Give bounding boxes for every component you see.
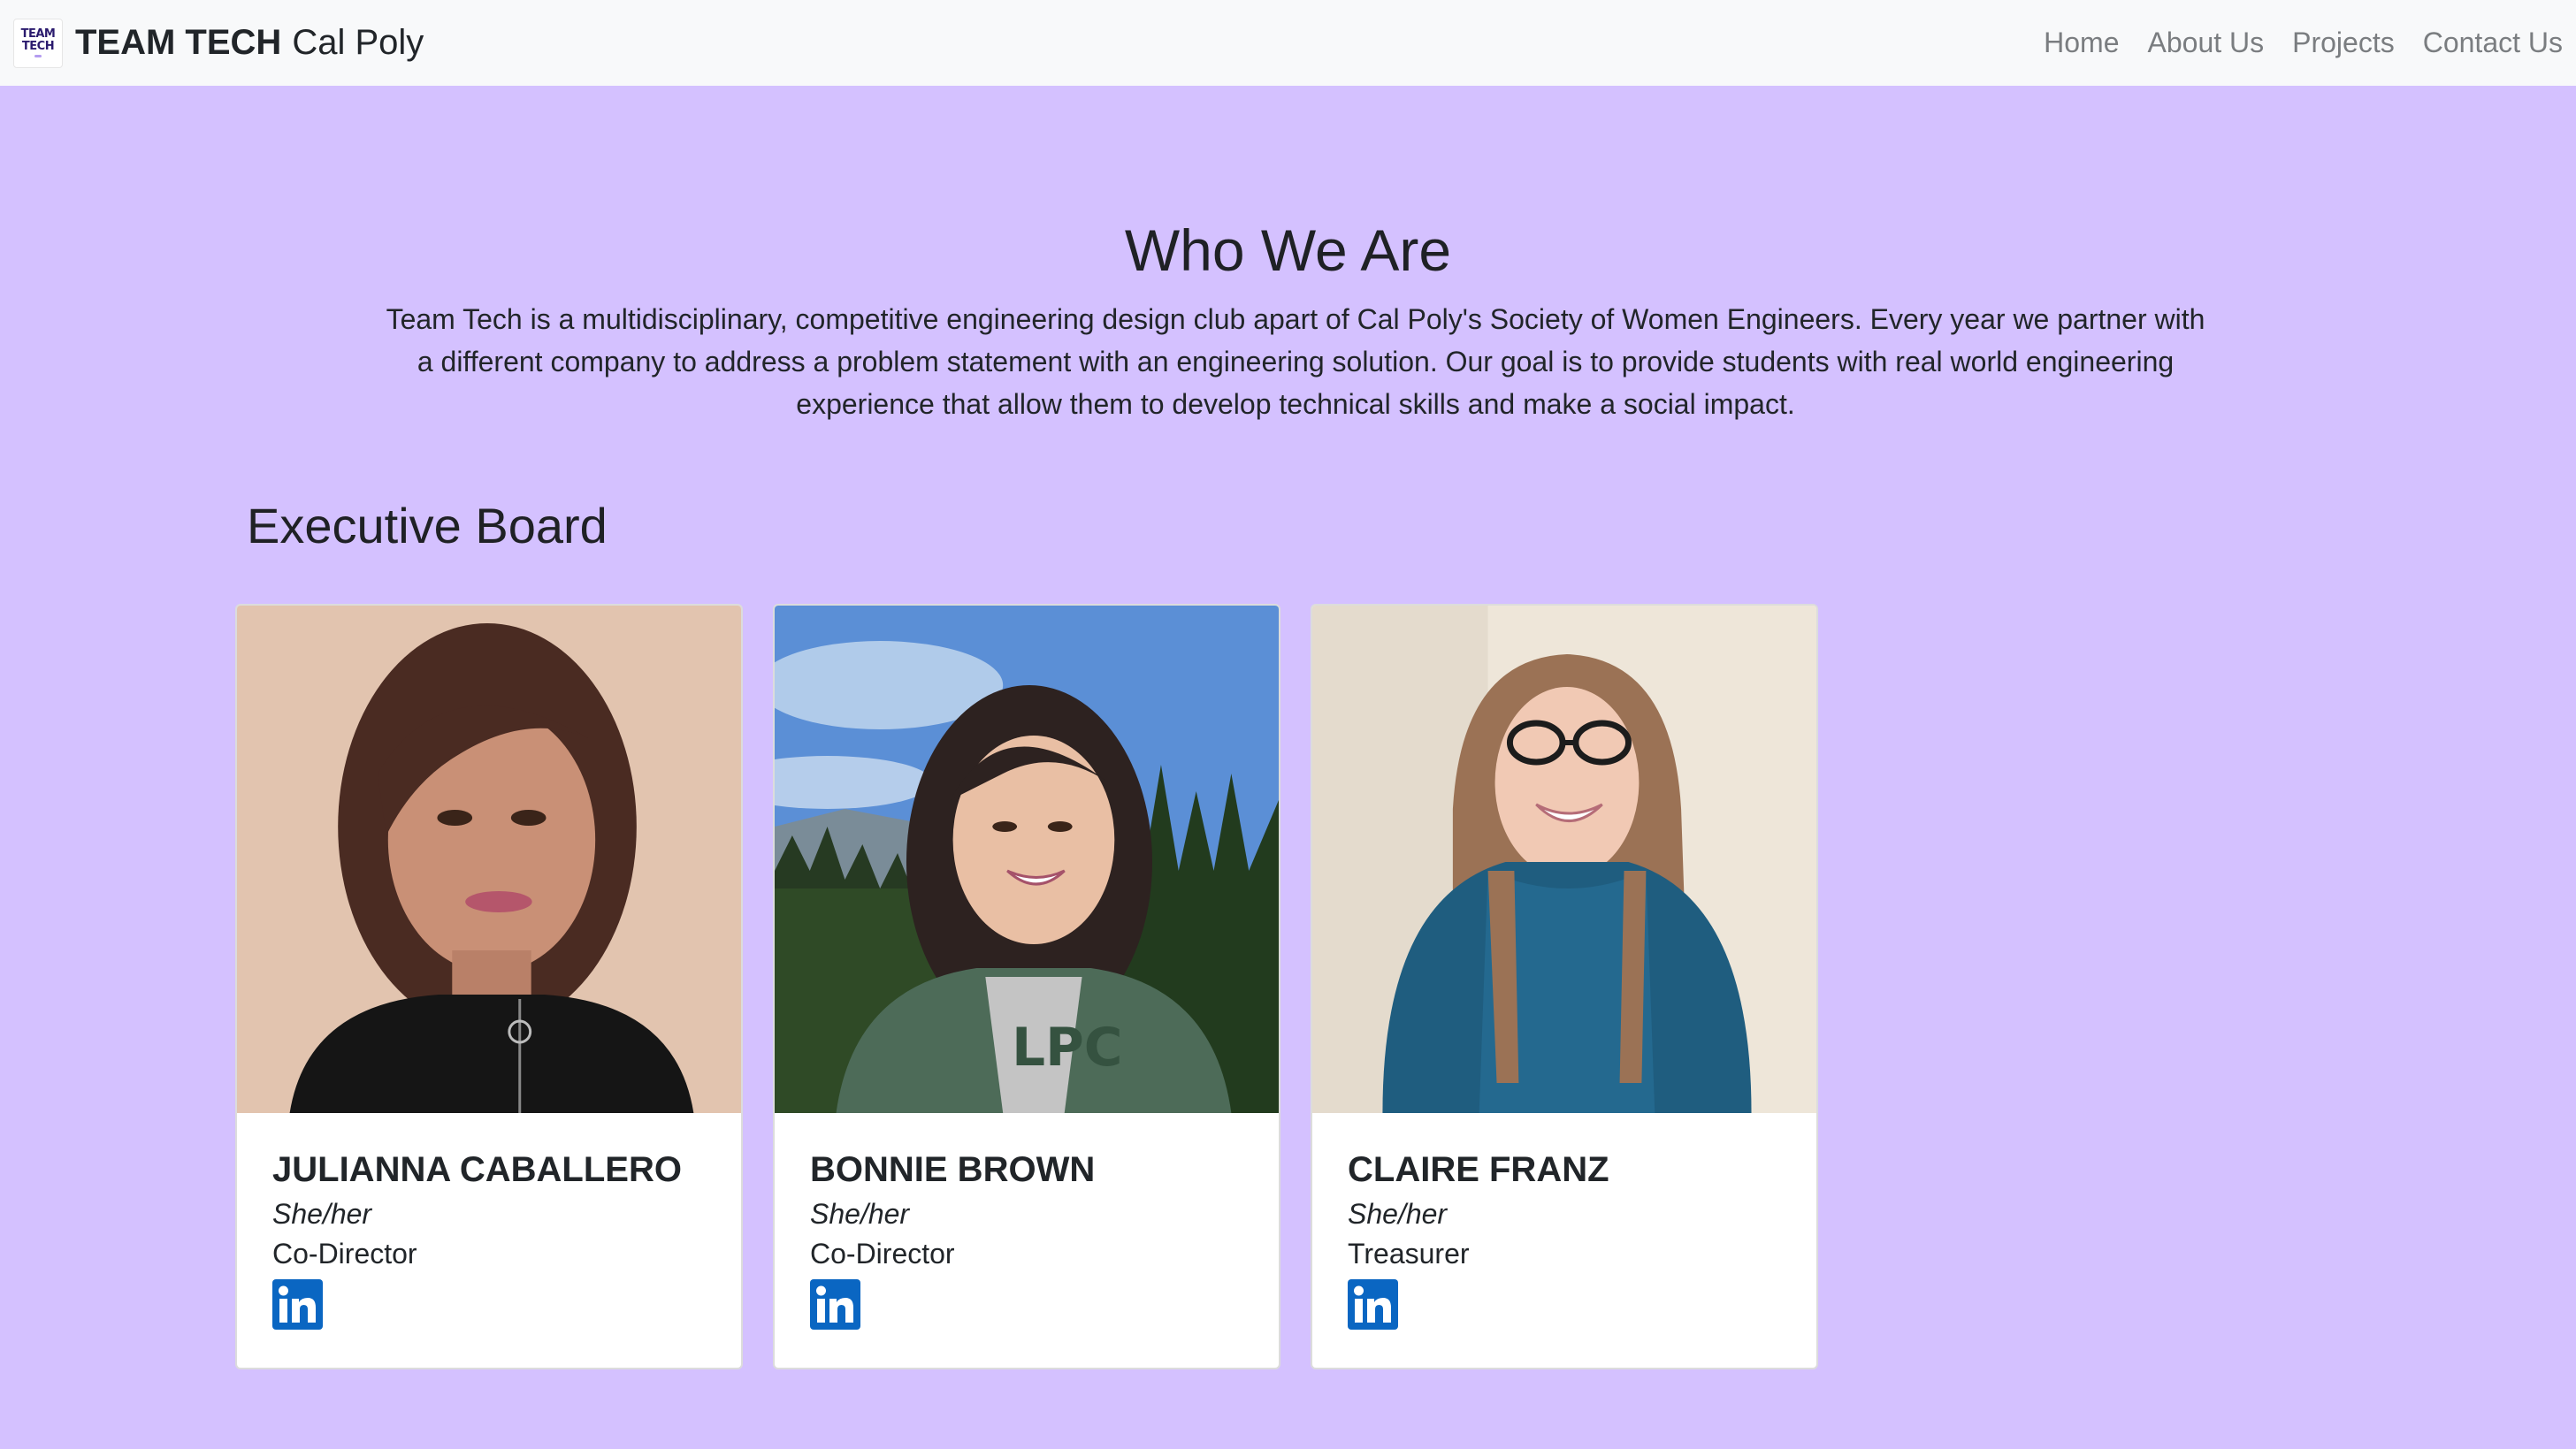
- member-role: Treasurer: [1348, 1238, 1470, 1270]
- linkedin-icon[interactable]: [810, 1279, 860, 1330]
- navbar: TEAM TECH TEAM TECH Cal Poly Home About …: [0, 0, 2576, 86]
- member-card: JULIANNA CABALLERO She/her Co-Director: [235, 604, 743, 1369]
- member-card-body: CLAIRE FRANZ She/her Treasurer: [1312, 1113, 1816, 1334]
- member-photo: [1312, 606, 1816, 1113]
- member-pronouns: She/her: [272, 1198, 372, 1230]
- member-card-body: JULIANNA CABALLERO She/her Co-Director: [237, 1113, 741, 1334]
- member-card: LPC BONNIE BROWN She/her Co-Director: [773, 604, 1280, 1369]
- member-role: Co-Director: [272, 1238, 417, 1270]
- logo-text-team: TEAM: [20, 27, 56, 41]
- nav-link-home[interactable]: Home: [2029, 27, 2133, 59]
- member-pronouns: She/her: [810, 1198, 910, 1230]
- linkedin-icon[interactable]: [272, 1279, 323, 1330]
- member-name: CLAIRE FRANZ: [1348, 1150, 1609, 1189]
- member-photo: LPC: [775, 606, 1279, 1113]
- who-we-are-text: Team Tech is a multidisciplinary, compet…: [386, 303, 2205, 420]
- brand-subtitle: Cal Poly: [292, 23, 424, 62]
- logo-text-tech: TECH: [21, 40, 55, 53]
- svg-text:LPC: LPC: [1012, 1018, 1122, 1079]
- nav-links: Home About Us Projects Contact Us: [2029, 27, 2563, 59]
- member-card-body: BONNIE BROWN She/her Co-Director: [775, 1113, 1279, 1334]
- brand-title: TEAM TECH: [75, 23, 282, 62]
- nav-link-contact-us[interactable]: Contact Us: [2409, 27, 2563, 59]
- nav-link-projects[interactable]: Projects: [2278, 27, 2409, 59]
- executive-board-cards: JULIANNA CABALLERO She/her Co-Director L…: [235, 604, 1818, 1369]
- member-pronouns: She/her: [1348, 1198, 1448, 1230]
- member-role: Co-Director: [810, 1238, 955, 1270]
- who-we-are-heading: Who We Are: [1124, 217, 1452, 283]
- member-name: BONNIE BROWN: [810, 1150, 1096, 1189]
- logo-accent: [34, 55, 42, 57]
- nav-link-about-us[interactable]: About Us: [2134, 27, 2279, 59]
- linkedin-icon[interactable]: [1348, 1279, 1398, 1330]
- member-card: CLAIRE FRANZ She/her Treasurer: [1311, 604, 1818, 1369]
- team-tech-logo: TEAM TECH: [13, 18, 63, 68]
- member-photo: [237, 606, 741, 1113]
- member-name: JULIANNA CABALLERO: [272, 1150, 682, 1189]
- executive-board-heading: Executive Board: [247, 498, 608, 553]
- brand-link[interactable]: TEAM TECH TEAM TECH Cal Poly: [13, 18, 424, 68]
